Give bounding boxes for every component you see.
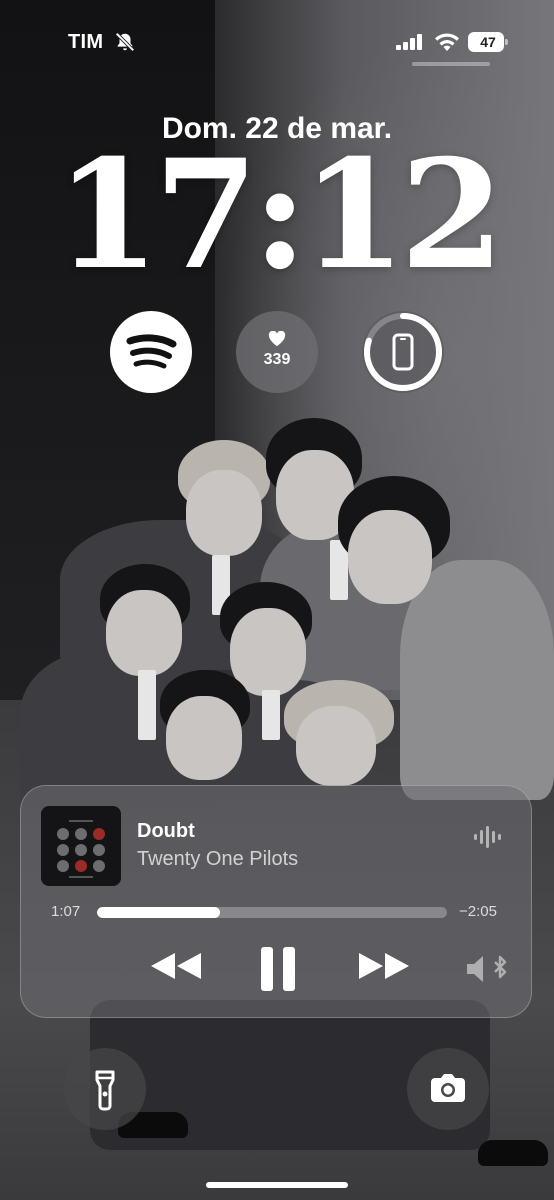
- fast-forward-button[interactable]: [357, 951, 411, 986]
- camera-button[interactable]: [407, 1048, 489, 1130]
- bell-slash-icon: [115, 32, 135, 52]
- home-indicator[interactable]: [206, 1182, 348, 1188]
- fast-forward-icon: [359, 953, 409, 979]
- status-bar: TIM 47: [0, 26, 554, 60]
- flashlight-icon: [95, 1070, 115, 1111]
- lock-screen-clock: 17:12: [55, 127, 505, 303]
- playback-scrubber[interactable]: [97, 907, 447, 918]
- airplay-speaker-icon: [467, 955, 507, 982]
- wifi-icon: [435, 33, 459, 51]
- cellular-signal-icon: [396, 34, 422, 50]
- remaining-time: −2:05: [459, 903, 497, 920]
- health-widget[interactable]: 339: [236, 311, 318, 393]
- track-title: Doubt: [137, 820, 195, 842]
- heart-icon: [268, 331, 286, 347]
- spotify-widget[interactable]: [110, 311, 192, 393]
- carrier-label: TIM: [68, 31, 104, 53]
- now-playing-card[interactable]: Doubt Twenty One Pilots 1:07 −2:05: [20, 785, 532, 1018]
- rewind-button[interactable]: [149, 951, 203, 986]
- iphone-icon: [392, 333, 414, 371]
- flashlight-button[interactable]: [64, 1048, 146, 1130]
- rewind-icon: [151, 953, 201, 979]
- shoe-right: [478, 1140, 548, 1166]
- battery-icon: 47: [468, 32, 508, 52]
- control-center-indicator[interactable]: [412, 62, 490, 66]
- spotify-logo-icon: [126, 334, 177, 369]
- health-value: 339: [263, 351, 291, 368]
- playback-progress-fill: [97, 907, 220, 918]
- waveform-icon: [474, 826, 501, 848]
- pause-button[interactable]: [259, 946, 297, 997]
- device-battery-widget[interactable]: [362, 311, 444, 393]
- battery-level: 47: [480, 34, 496, 50]
- camera-icon: [431, 1074, 465, 1102]
- album-artwork[interactable]: [41, 806, 121, 886]
- elapsed-time: 1:07: [51, 903, 81, 920]
- audio-output-button[interactable]: [465, 954, 509, 989]
- pause-icon: [261, 947, 295, 991]
- track-artist: Twenty One Pilots: [137, 848, 299, 870]
